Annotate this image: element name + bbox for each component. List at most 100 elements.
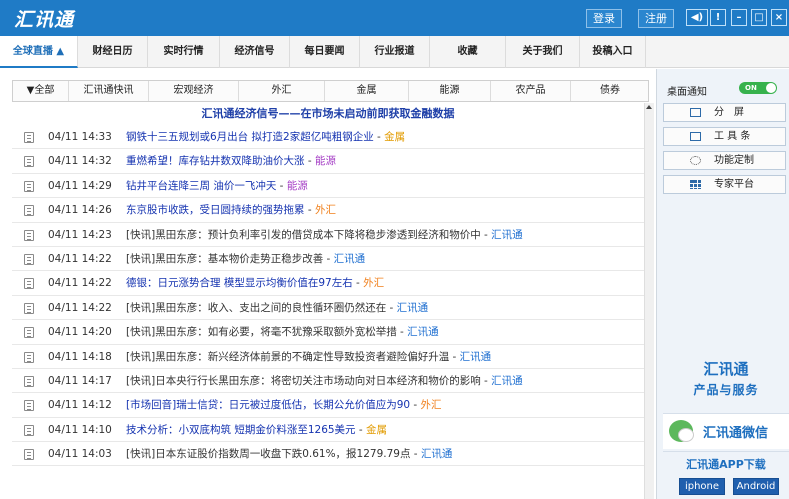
news-title-text[interactable]: 德银：日元涨势合理 模型显示均衡价值在97左右 [126,277,353,289]
scroll-up-arrow-icon[interactable] [646,105,652,109]
news-row[interactable]: 04/11 14:23 [快讯]黑田东彦：预计负利率引发的借贷成本下降将稳步渗透到… [12,223,644,247]
news-title-text[interactable]: [快讯]黑田东彦：预计负利率引发的借贷成本下降将稳步渗透到经济和物价中 [126,229,481,241]
cat-all[interactable]: ▼全部 [13,81,69,101]
news-title[interactable]: [快讯]黑田东彦：新兴经济体前景的不确定性导致投资者避险偏好升温 - 汇讯通 [126,345,492,368]
news-tag[interactable]: 汇讯通 [334,253,366,265]
news-row[interactable]: 04/11 14:29 钻井平台连降三周 油价一飞冲天 - 能源 [12,174,644,199]
news-title-text[interactable]: 钢铁十三五规划或6月出台 拟打造2家超亿吨粗钢企业 [126,131,374,143]
news-title-text[interactable]: [快讯]黑田东彦：新兴经济体前景的不确定性导致投资者避险偏好升温 [126,351,449,363]
news-tag[interactable]: 外汇 [363,277,384,289]
news-row[interactable]: 04/11 14:22 [快讯]黑田东彦：收入、支出之间的良性循环圈仍然还在 - … [12,296,644,321]
news-row[interactable]: 04/11 14:03 [快讯]日本东证股价指数周一收盘下跌0.61%，报1279… [12,442,644,467]
news-tag[interactable]: 金属 [366,424,387,436]
nav-about-us[interactable]: 关于我们 [506,36,580,68]
cat-bonds[interactable]: 债券 [571,81,649,101]
news-title[interactable]: [快讯]黑田东彦：收入、支出之间的良性循环圈仍然还在 - 汇讯通 [126,296,429,319]
minimize-button[interactable]: – [731,9,747,26]
news-title[interactable]: [快讯]日本央行行长黑田东彦：将密切关注市场动向对日本经济和物价的影响 - 汇讯… [126,369,523,392]
news-title-text[interactable]: [快讯]日本央行行长黑田东彦：将密切关注市场动向对日本经济和物价的影响 [126,375,481,387]
news-tag[interactable]: 汇讯通 [397,302,429,314]
news-row[interactable]: 04/11 14:33 钢铁十三五规划或6月出台 拟打造2家超亿吨粗钢企业 - 金… [12,125,644,150]
news-tag[interactable]: 外汇 [315,204,336,216]
news-title-text[interactable]: 重燃希望！库存钻井数双降助油价大涨 [126,155,305,167]
news-title[interactable]: 钻井平台连降三周 油价一飞冲天 - 能源 [126,174,308,197]
news-title[interactable]: [快讯]黑田东彦：基本物价走势正稳步改善 - 汇讯通 [126,247,366,270]
news-tag[interactable]: 外汇 [421,399,442,411]
cat-agri[interactable]: 农产品 [491,81,571,101]
iphone-download-button[interactable]: iphone [679,478,725,495]
news-row[interactable]: 04/11 14:20 [快讯]黑田东彦：如有必要，将毫不犹豫采取额外宽松举措 -… [12,320,644,345]
customize-button[interactable]: 功能定制 [663,151,786,170]
news-title[interactable]: 钢铁十三五规划或6月出台 拟打造2家超亿吨粗钢企业 - 金属 [126,125,405,148]
nav-industry-reports[interactable]: 行业报道 [360,36,430,68]
news-row[interactable]: 04/11 14:32 重燃希望！库存钻井数双降助油价大涨 - 能源 [12,149,644,174]
cat-flash[interactable]: 汇讯通快讯 [69,81,149,101]
news-row[interactable]: 04/11 14:26 东京股市收跌，受日圆持续的强势拖累 - 外汇 [12,198,644,223]
news-time: 04/11 14:03 [48,448,112,461]
news-title-text[interactable]: [快讯]黑田东彦：基本物价走势正稳步改善 [126,253,323,265]
news-tag[interactable]: 汇讯通 [407,326,439,338]
alert-icon[interactable]: ! [710,9,726,26]
toolbar-button[interactable]: 工 具 条 [663,127,786,146]
nav-econ-signals[interactable]: 经济信号 [220,36,290,68]
news-row[interactable]: 04/11 14:10 技术分析：小双底构筑 短期金价料涨至1265美元 - 金属 [12,418,644,443]
sound-icon[interactable]: ◀) [686,9,708,26]
split-screen-button[interactable]: 分 屏 [663,103,786,122]
nav-econ-calendar[interactable]: 财经日历 [78,36,148,68]
news-row[interactable]: 04/11 14:12 [市场回音]瑞士信贷：日元被过度低估，长期公允价值应为90… [12,393,644,418]
signal-banner[interactable]: 汇讯通经济信号——在市场未启动前即获取金融数据 [12,103,644,125]
news-row[interactable]: 04/11 14:22 [快讯]黑田东彦：基本物价走势正稳步改善 - 汇讯通 [12,247,644,272]
news-time: 04/11 14:22 [48,252,112,265]
news-tag[interactable]: 能源 [315,155,336,167]
cat-metals[interactable]: 金属 [325,81,409,101]
notify-toggle[interactable]: ON [739,82,777,94]
cat-forex[interactable]: 外汇 [239,81,325,101]
split-screen-label: 分 屏 [714,107,744,118]
news-title[interactable]: 德银：日元涨势合理 模型显示均衡价值在97左右 - 外汇 [126,271,384,294]
news-title[interactable]: [快讯]日本东证股价指数周一收盘下跌0.61%，报1279.79点 - 汇讯通 [126,442,453,465]
wechat-ad[interactable]: 汇讯通微信 [663,413,789,449]
products-ad[interactable]: 汇讯通 产品与服务 [663,355,789,407]
news-tag[interactable]: 汇讯通 [491,375,523,387]
cat-energy[interactable]: 能源 [409,81,491,101]
news-title-text[interactable]: 技术分析：小双底构筑 短期金价料涨至1265美元 [126,424,356,436]
cat-macro[interactable]: 宏观经济 [149,81,239,101]
news-scrollbar[interactable] [644,103,654,499]
toolbar-icon [690,132,701,141]
news-tag[interactable]: 汇讯通 [421,448,453,460]
wechat-label: 汇讯通微信 [703,426,769,441]
maximize-button[interactable]: □ [751,9,767,26]
register-button[interactable]: 注册 [638,9,674,28]
news-title-text[interactable]: 东京股市收跌，受日圆持续的强势拖累 [126,204,305,216]
news-tag[interactable]: 能源 [287,180,308,192]
nav-global-live[interactable]: 全球直播 ▲ [0,36,78,68]
news-title-text[interactable]: [快讯]黑田东彦：如有必要，将毫不犹豫采取额外宽松举措 [126,326,397,338]
news-title[interactable]: 技术分析：小双底构筑 短期金价料涨至1265美元 - 金属 [126,418,387,441]
news-row[interactable]: 04/11 14:22 德银：日元涨势合理 模型显示均衡价值在97左右 - 外汇 [12,271,644,296]
login-button[interactable]: 登录 [586,9,622,28]
news-row[interactable]: 04/11 14:18 [快讯]黑田东彦：新兴经济体前景的不确定性导致投资者避险偏… [12,345,644,369]
nav-favorites[interactable]: 收藏 [430,36,506,68]
news-title-text[interactable]: 钻井平台连降三周 油价一飞冲天 [126,180,276,192]
news-tag[interactable]: 汇讯通 [491,229,523,241]
close-button[interactable]: × [771,9,787,26]
news-title[interactable]: 重燃希望！库存钻井数双降助油价大涨 - 能源 [126,149,336,172]
news-time: 04/11 14:26 [48,204,112,217]
news-title[interactable]: 东京股市收跌，受日圆持续的强势拖累 - 外汇 [126,198,336,221]
news-tag[interactable]: 汇讯通 [460,351,492,363]
news-title[interactable]: [快讯]黑田东彦：预计负利率引发的借贷成本下降将稳步渗透到经济和物价中 - 汇讯… [126,223,523,246]
news-time: 04/11 14:29 [48,179,112,192]
news-title-text[interactable]: [快讯]日本东证股价指数周一收盘下跌0.61%，报1279.79点 [126,448,410,460]
nav-submit[interactable]: 投稿入口 [580,36,646,68]
news-title-text[interactable]: [市场回音]瑞士信贷：日元被过度低估，长期公允价值应为90 [126,399,410,411]
android-download-button[interactable]: Android [733,478,779,495]
news-row[interactable]: 04/11 14:17 [快讯]日本央行行长黑田东彦：将密切关注市场动向对日本经济… [12,369,644,394]
nav-realtime-quotes[interactable]: 实时行情 [148,36,220,68]
expert-platform-button[interactable]: 专家平台 [663,175,786,194]
news-tag[interactable]: 金属 [384,131,405,143]
wechat-icon [669,420,694,442]
news-title[interactable]: [市场回音]瑞士信贷：日元被过度低估，长期公允价值应为90 - 外汇 [126,393,442,416]
nav-daily-news[interactable]: 每日要闻 [290,36,360,68]
news-title-text[interactable]: [快讯]黑田东彦：收入、支出之间的良性循环圈仍然还在 [126,302,386,314]
news-title[interactable]: [快讯]黑田东彦：如有必要，将毫不犹豫采取额外宽松举措 - 汇讯通 [126,320,439,343]
